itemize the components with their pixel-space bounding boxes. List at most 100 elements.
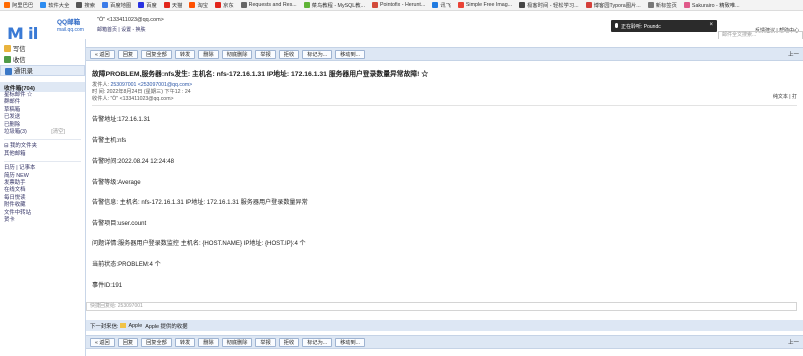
toolbar-button[interactable]: 回复 [117, 337, 139, 347]
toolbar-button[interactable]: 回复全部 [141, 49, 172, 59]
bookmark-label[interactable]: 淘宝 [197, 1, 208, 9]
divider [4, 139, 81, 141]
bookmark-item[interactable]: 极客时间 - 轻松学习... [519, 1, 579, 9]
bookmark-label[interactable]: 新标签页 [656, 1, 677, 9]
favicon-icon [519, 2, 526, 8]
bookmark-item[interactable]: Simple Free Imag... [457, 2, 512, 8]
favicon-icon [683, 2, 690, 8]
bookmark-item[interactable]: 博客园Typora图片... [585, 1, 641, 9]
bookmark-item[interactable]: 软件大全 [40, 1, 69, 9]
bookmark-label[interactable]: 软件大全 [48, 1, 69, 9]
bookmark-item[interactable]: 讯飞 [432, 1, 451, 9]
bookmark-label[interactable]: 博客园Typora图片... [594, 1, 641, 9]
bookmark-label[interactable]: 京东 [223, 1, 234, 9]
quick-reply-input[interactable]: 快捷回复给: 253097001 [86, 302, 797, 311]
bookmark-label[interactable]: 阿里巴巴 [12, 1, 33, 9]
app-link[interactable]: 文件中转站 [0, 210, 85, 217]
app-link[interactable]: 附件收藏 [0, 202, 85, 209]
bookmark-label[interactable]: 搜索 [84, 1, 95, 9]
toolbar-button[interactable]: 删除 [198, 337, 219, 347]
microphone-icon [615, 23, 618, 28]
app-link[interactable]: 贺卡 [0, 217, 85, 224]
bookmark-item[interactable]: 京东 [215, 1, 234, 9]
toolbar-button[interactable]: « 返回 [90, 337, 115, 347]
contacts-icon [5, 68, 12, 75]
email-subject: 故障PROBLEM,服务器:nfs发生: 主机名: nfs-172.16.1.3… [92, 71, 429, 78]
bookmark-item[interactable]: 百度地图 [102, 1, 131, 9]
bookmark-label[interactable]: 天猫 [172, 1, 183, 9]
clear-junk-link[interactable]: [清空] [51, 129, 65, 136]
bookmark-label[interactable]: 百度 [146, 1, 157, 9]
next-mail-sender[interactable]: Apple [128, 323, 142, 329]
bookmark-label[interactable]: Pointofix - Herunt... [380, 2, 425, 8]
app-link[interactable]: 在线文档 [0, 187, 85, 194]
toolbar-button[interactable]: 彻底删除 [221, 337, 253, 347]
bookmark-item[interactable]: 天猫 [163, 1, 183, 9]
email-body-line: 问题详情:服务器用户登录数监控 主机名: {HOST.NAME} IP地址: {… [92, 240, 306, 247]
pen-icon [4, 45, 11, 52]
next-mail-bar[interactable]: 下一封来信: Apple Apple 提供的收据 [86, 320, 803, 331]
bookmark-label[interactable]: Simple Free Imag... [466, 2, 512, 8]
bookmark-item[interactable]: 新标签页 [647, 1, 677, 9]
bookmark-label[interactable]: 菜鸟教程 - MySQL教... [312, 1, 365, 9]
toolbar-button[interactable]: 标记为... [302, 49, 333, 59]
bookmark-label[interactable]: 讯飞 [440, 1, 451, 9]
bookmark-item[interactable]: Sakurairo - 精致唯... [683, 1, 740, 9]
toolbar-button[interactable]: 拒收 [278, 49, 300, 59]
toolbar-button[interactable]: 回复全部 [141, 337, 172, 347]
bookmark-label[interactable]: 极客时间 - 轻松学习... [527, 1, 579, 9]
bookmark-item[interactable]: 阿里巴巴 [4, 1, 33, 9]
folder-item[interactable]: 已发送 [0, 114, 85, 121]
toolbar-button[interactable]: 举报 [255, 49, 276, 59]
folder-item[interactable]: 已删除 [0, 122, 85, 129]
folder-group-title[interactable]: ⊟ 我的文件夹 [0, 143, 85, 150]
close-icon[interactable]: × [709, 22, 713, 28]
folder-item[interactable]: 垃圾箱(3) [清空] [0, 129, 85, 136]
nav-contacts[interactable]: 通讯录 [0, 65, 85, 76]
toolbar-button[interactable]: 标记为... [302, 337, 333, 347]
toolbar-button[interactable]: 转发 [174, 49, 196, 59]
email-body-line: 告警地址:172.16.1.31 [92, 116, 151, 123]
favicon-icon [585, 2, 592, 8]
prev-mail-link[interactable]: 上一 [788, 338, 799, 346]
nav-label: 写信 [13, 46, 26, 53]
folder-inbox[interactable]: 收件箱(704) [0, 82, 85, 92]
toolbar-button[interactable]: 移动到... [335, 49, 365, 59]
sidebar: 写信 收信 通讯录 收件箱(704) 星标邮件 ☆ 群邮件 草稿箱 已发送 已删除 垃圾箱(3… [0, 39, 86, 356]
toolbar-button[interactable]: « 返回 [90, 49, 115, 59]
bookmark-item[interactable]: Requests and Res... [240, 2, 297, 8]
bookmark-item[interactable]: 搜索 [76, 1, 95, 9]
app-link[interactable]: 日历 | 记事本 [0, 165, 85, 172]
bottom-toolbar: « 返回 回复 回复全部 转发 删除 彻底删除 举报 拒收 标记为... 移动到... 上一 [86, 335, 803, 349]
user-links[interactable]: 邮箱首页 | 设置 - 换肤 [97, 26, 146, 33]
nav-pen[interactable]: 写信 [0, 43, 85, 54]
bookmark-label[interactable]: 百度地图 [110, 1, 131, 9]
voice-toast: 正在聆听: Poundc × [611, 20, 717, 32]
date-row: 时 间: 2022年8月24日 (星期三) 下午12 : 24 [92, 88, 191, 95]
to-label: 收件人: [92, 96, 110, 102]
folder-item[interactable]: 群邮件 [0, 99, 85, 106]
user-account[interactable]: "Ö" <133411023@qq.com> [97, 17, 164, 23]
nav-inbox[interactable]: 收信 [0, 54, 85, 65]
other-mailbox[interactable]: 其他邮箱 [0, 151, 85, 158]
next-mail-subject[interactable]: Apple 提供的收据 [145, 322, 187, 330]
bookmark-label[interactable]: Sakurairo - 精致唯... [692, 1, 740, 9]
toolbar-button[interactable]: 转发 [174, 337, 196, 347]
favicon-icon [432, 2, 439, 8]
toolbar-button[interactable]: 拒收 [278, 337, 300, 347]
favicon-icon [4, 2, 10, 8]
print-links[interactable]: 纯文本 | 打 [773, 93, 797, 100]
toolbar-button[interactable]: 回复 [117, 49, 139, 59]
app-link[interactable]: 简历 NEW [0, 173, 85, 180]
toolbar-button[interactable]: 移动到... [335, 337, 365, 347]
prev-mail-link[interactable]: 上一 [788, 50, 799, 58]
bookmark-item[interactable]: 淘宝 [189, 1, 208, 9]
bookmark-item[interactable]: Pointofix - Herunt... [371, 2, 425, 8]
toolbar-button[interactable]: 彻底删除 [221, 49, 253, 59]
bookmark-label[interactable]: Requests and Res... [249, 2, 297, 8]
bookmark-item[interactable]: 菜鸟教程 - MySQL教... [303, 1, 365, 9]
toolbar-button[interactable]: 删除 [198, 49, 219, 59]
bookmark-item[interactable]: 百度 [138, 1, 157, 9]
nav-label: 收信 [13, 57, 26, 64]
toolbar-button[interactable]: 举报 [255, 337, 276, 347]
